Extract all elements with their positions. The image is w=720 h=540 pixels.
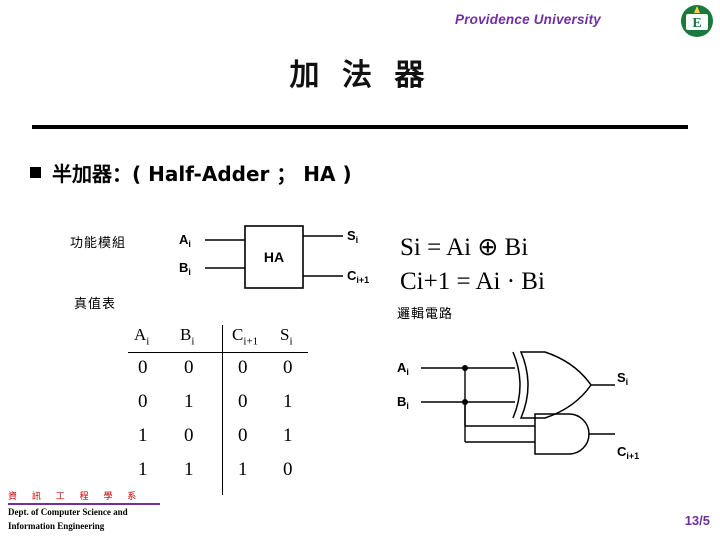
cell-ai: 0 xyxy=(138,357,148,378)
footer-divider xyxy=(8,503,160,505)
equation-carry: Ci+1 = Ai · Bi xyxy=(400,268,545,295)
label-function-block: 功能模組 xyxy=(70,236,127,251)
header-ci1: Ci+1 xyxy=(232,325,259,348)
footer-department-en-line2: Information Engineering xyxy=(8,521,105,531)
cell-si: 1 xyxy=(283,425,293,446)
footer-department-cn: 資 訊 工 程 學 系 xyxy=(8,492,143,502)
cell-ci1: 0 xyxy=(238,425,248,446)
half-adder-gate-circuit: Ai Bi Si Ci+1 xyxy=(397,351,639,461)
cell-ai: 1 xyxy=(138,459,148,480)
header-bi: Bi xyxy=(180,325,195,348)
block-output-c-label: Ci+1 xyxy=(347,268,369,285)
providence-university-crest-icon: E xyxy=(681,5,713,37)
cell-si: 1 xyxy=(283,391,293,412)
cell-ai: 0 xyxy=(138,391,148,412)
xor-gate-icon xyxy=(512,351,592,419)
block-box-label: HA xyxy=(264,249,284,265)
table-row: 1 0 0 1 xyxy=(128,419,308,453)
circuit-output-c-label: Ci+1 xyxy=(617,444,639,461)
label-truth-table: 真值表 xyxy=(74,297,117,312)
block-input-b-label: Bi xyxy=(179,260,191,277)
cell-si: 0 xyxy=(283,459,293,480)
square-bullet-icon xyxy=(30,167,41,178)
block-output-s-label: Si xyxy=(347,228,358,245)
cell-si: 0 xyxy=(283,357,293,378)
header-si: Si xyxy=(280,325,293,348)
bullet-half-adder: 半加器：( Half-Adder ； HA ) xyxy=(30,158,352,187)
footer-department-en-line1: Dept. of Computer Science and xyxy=(8,507,128,517)
cell-ai: 1 xyxy=(138,425,148,446)
block-input-a-label: Ai xyxy=(179,232,191,249)
circuit-output-s-label: Si xyxy=(617,370,628,387)
page-number: 13/5 xyxy=(684,513,710,528)
page-title: 加 法 器 xyxy=(289,58,431,93)
half-adder-block-diagram: Ai Bi HA Si Ci+1 xyxy=(179,225,369,289)
university-name: Providence University xyxy=(455,12,602,27)
svg-text:E: E xyxy=(692,16,701,31)
cell-bi: 0 xyxy=(184,425,194,446)
cell-ci1: 0 xyxy=(238,391,248,412)
truth-table: Ai Bi Ci+1 Si 0 0 0 0 0 1 0 1 1 0 0 1 1 … xyxy=(128,325,308,495)
cell-ci1: 1 xyxy=(238,459,248,480)
bullet-label: 半加器：( Half-Adder ； HA ) xyxy=(52,162,352,186)
equation-sum: Si = Ai ⊕ Bi xyxy=(400,234,529,261)
cell-bi: 1 xyxy=(184,391,194,412)
cell-ci1: 0 xyxy=(238,357,248,378)
title-divider xyxy=(32,125,688,129)
circuit-input-b-label: Bi xyxy=(397,394,409,411)
cell-bi: 0 xyxy=(184,357,194,378)
table-header-row: Ai Bi Ci+1 Si xyxy=(128,325,308,351)
table-row: 1 1 1 0 xyxy=(128,453,308,487)
and-gate-icon xyxy=(534,413,590,455)
header-ai: Ai xyxy=(134,325,150,348)
label-logic-circuit: 邏輯電路 xyxy=(397,307,454,322)
slide: Providence University E 加 法 器 半加器：( Half… xyxy=(0,0,720,540)
cell-bi: 1 xyxy=(184,459,194,480)
table-row: 0 1 0 1 xyxy=(128,385,308,419)
table-row: 0 0 0 0 xyxy=(128,351,308,385)
circuit-input-a-label: Ai xyxy=(397,360,409,377)
